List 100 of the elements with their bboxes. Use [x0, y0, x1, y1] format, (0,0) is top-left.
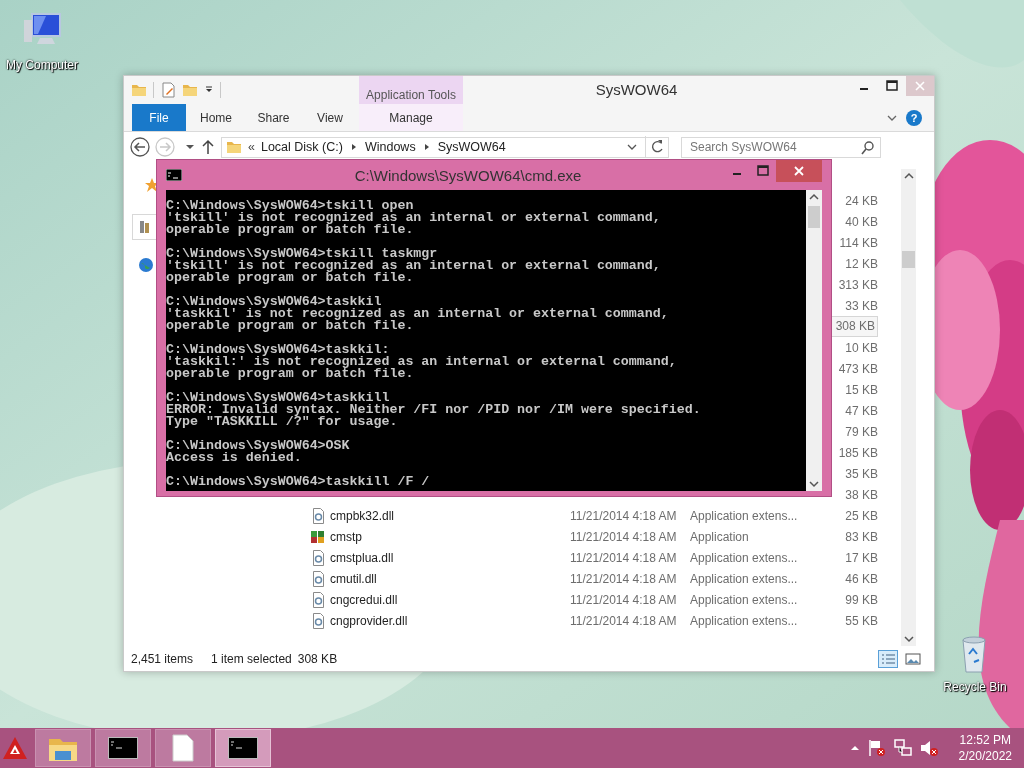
- file-size[interactable]: 33 KB: [828, 298, 878, 313]
- help-button[interactable]: ?: [906, 109, 922, 126]
- triangle-logo-icon[interactable]: [2, 735, 28, 761]
- file-row[interactable]: cngcredui.dll 11/21/2014 4:18 AM Application extens... 99 KB: [301, 589, 881, 610]
- ribbon-tab[interactable]: File: [132, 104, 186, 131]
- file-size[interactable]: 15 KB: [828, 382, 878, 397]
- file-name: cngcredui.dll: [330, 592, 399, 607]
- ribbon-tab[interactable]: Manage: [359, 104, 463, 131]
- speaker-icon[interactable]: [918, 738, 939, 758]
- clock-date[interactable]: 2/20/2022: [958, 748, 1012, 764]
- file-icon: [313, 507, 324, 524]
- scrollbar-thumb[interactable]: [902, 251, 915, 268]
- console-icon: [228, 737, 258, 759]
- file-size[interactable]: 10 KB: [828, 340, 878, 355]
- app-icon: [310, 528, 326, 545]
- file-size[interactable]: 24 KB: [828, 193, 878, 208]
- file-type: Application extens...: [690, 550, 799, 565]
- close-icon[interactable]: [776, 160, 822, 182]
- console-line: C:\Windows\SysWOW64>OSK: [166, 440, 351, 452]
- console-line: Access is denied.: [166, 452, 302, 464]
- file-type: Application extens...: [690, 613, 799, 628]
- console-line: 'tskill' is not recognized as an internal or external command,: [166, 212, 662, 224]
- dropdown-icon[interactable]: [185, 144, 195, 150]
- file-type: Application extens...: [690, 592, 799, 607]
- flag-icon[interactable]: [866, 738, 887, 758]
- file-row[interactable]: cmstp 11/21/2014 4:18 AM Application 83 KB: [301, 526, 881, 547]
- item-count: 2,451 items: [131, 651, 194, 666]
- ribbon-tab[interactable]: View: [301, 104, 359, 131]
- file-icon: [313, 570, 324, 587]
- file-date: 11/21/2014 4:18 AM: [570, 613, 678, 628]
- file-date: 11/21/2014 4:18 AM: [570, 592, 678, 607]
- file-name: cngprovider.dll: [330, 613, 409, 628]
- search-icon[interactable]: [860, 139, 876, 156]
- file-date: 11/21/2014 4:18 AM: [570, 550, 678, 565]
- console-line: operable program or batch file.: [166, 320, 415, 332]
- clock-time[interactable]: 12:52 PM: [959, 732, 1011, 748]
- console-line: ERROR: Invalid syntax. Neither /FI nor /PID nor /IM were specified.: [166, 404, 702, 416]
- file-date: 11/21/2014 4:18 AM: [570, 508, 678, 523]
- file-name: cmutil.dll: [330, 571, 378, 586]
- address-bar[interactable]: « Local Disk (C:) Windows SysWOW64: [221, 136, 669, 158]
- up-arrow-icon[interactable]: [202, 139, 214, 155]
- file-row[interactable]: cngprovider.dll 11/21/2014 4:18 AM Application extens... 55 KB: [301, 610, 881, 631]
- scrollbar[interactable]: [806, 190, 822, 491]
- scrollbar-thumb[interactable]: [808, 206, 820, 228]
- scrollbar[interactable]: [901, 169, 916, 646]
- file-icon: [313, 612, 324, 629]
- selection-size: 308 KB: [297, 651, 338, 666]
- globe-icon[interactable]: [138, 257, 154, 273]
- console-line: 'taskkil' is not recognized as an internal or external command,: [166, 308, 670, 320]
- file-size[interactable]: 185 KB: [828, 445, 878, 460]
- file-row[interactable]: cmpbk32.dll 11/21/2014 4:18 AM Application extens... 25 KB: [301, 505, 881, 526]
- context-tab-header: Application Tools: [359, 76, 463, 104]
- file-type: Application extens...: [690, 508, 799, 523]
- console-line: C:\Windows\SysWOW64>tskill taskmgr: [166, 248, 438, 260]
- file-size: 99 KB: [844, 592, 878, 607]
- file-size[interactable]: 473 KB: [828, 361, 878, 376]
- taskbar-button[interactable]: [95, 729, 151, 767]
- file-name: cmpbk32.dll: [330, 508, 396, 523]
- file-size[interactable]: 114 KB: [828, 235, 878, 250]
- file-size[interactable]: 40 KB: [828, 214, 878, 229]
- overflow-mark[interactable]: «: [248, 140, 255, 154]
- ribbon-tab[interactable]: Share: [246, 104, 301, 131]
- file-type: Application: [690, 529, 750, 544]
- file-icon: [313, 549, 324, 566]
- console-line: C:\Windows\SysWOW64>tskill open: [166, 200, 415, 212]
- back-icon[interactable]: [130, 137, 150, 157]
- console-line: C:\Windows\SysWOW64>taskkill: [166, 392, 390, 404]
- folder-icon: [226, 139, 242, 155]
- ribbon-tab[interactable]: Home: [186, 104, 246, 131]
- selection-count: 1 item selected: [211, 651, 292, 666]
- console-icon[interactable]: [166, 169, 182, 181]
- file-icon: [313, 591, 324, 608]
- file-size: 17 KB: [844, 550, 878, 565]
- desktop-icon-label[interactable]: Recycle Bin: [943, 680, 1007, 694]
- file-date: 11/21/2014 4:18 AM: [570, 529, 678, 544]
- console-line: operable program or batch file.: [166, 368, 415, 380]
- file-row[interactable]: cmstplua.dll 11/21/2014 4:18 AM Application extens... 17 KB: [301, 547, 881, 568]
- breadcrumb-item[interactable]: Windows: [364, 140, 416, 154]
- breadcrumb-item[interactable]: SysWOW64: [437, 140, 506, 154]
- file-size[interactable]: 79 KB: [828, 424, 878, 439]
- taskbar-button[interactable]: [215, 729, 271, 767]
- details-view-icon[interactable]: [878, 649, 898, 668]
- network-icon[interactable]: [892, 738, 913, 758]
- console-icon: [108, 737, 138, 759]
- file-size[interactable]: 35 KB: [828, 466, 878, 481]
- file-row[interactable]: cmutil.dll 11/21/2014 4:18 AM Application extens... 46 KB: [301, 568, 881, 589]
- console-line: operable program or batch file.: [166, 272, 415, 284]
- file-size[interactable]: 38 KB: [828, 487, 878, 502]
- file-size[interactable]: 313 KB: [828, 277, 878, 292]
- search-field[interactable]: Search SysWOW64: [681, 136, 881, 158]
- file-size: 83 KB: [844, 529, 878, 544]
- file-size[interactable]: 12 KB: [828, 256, 878, 271]
- console-line: 'tskill' is not recognized as an internal or external command,: [166, 260, 662, 272]
- breadcrumb-item[interactable]: Local Disk (C:): [260, 140, 343, 154]
- file-date: 11/21/2014 4:18 AM: [570, 571, 678, 586]
- console-line: 'taskkil:' is not recognized as an internal or external command,: [166, 356, 678, 368]
- properties-icon[interactable]: [160, 82, 176, 98]
- document-icon: [172, 734, 194, 762]
- file-size[interactable]: 47 KB: [828, 403, 878, 418]
- file-name: cmstplua.dll: [330, 550, 395, 565]
